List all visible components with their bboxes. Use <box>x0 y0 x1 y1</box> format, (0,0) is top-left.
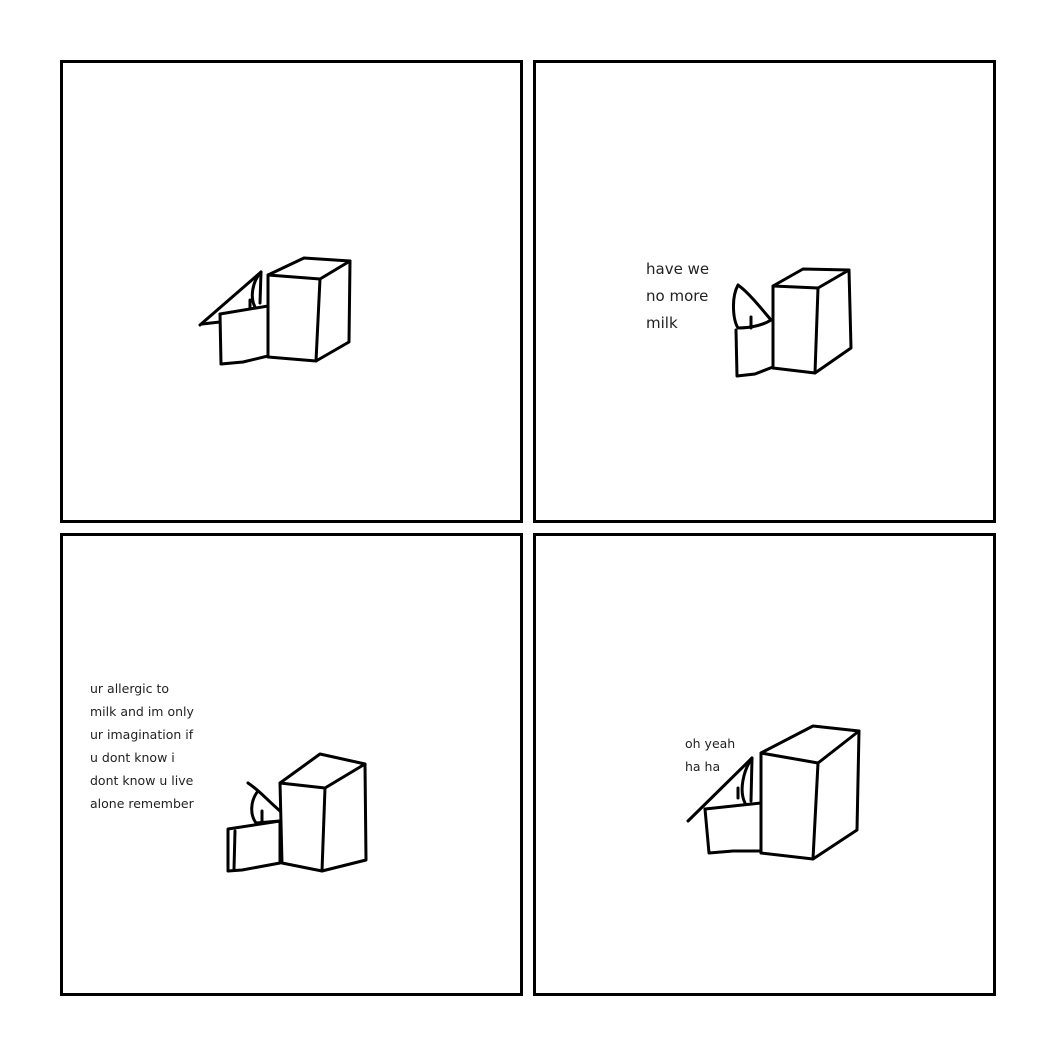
character-with-box-drawing <box>198 256 352 366</box>
box-drawing <box>266 256 352 363</box>
box-drawing <box>759 724 861 861</box>
comic-panel-2: have we no more milk <box>533 60 996 523</box>
character-with-box-drawing <box>226 752 368 873</box>
box-drawing <box>771 267 853 375</box>
character-drawing <box>226 781 282 873</box>
character-drawing <box>686 756 763 855</box>
character-with-box-drawing <box>732 267 853 378</box>
comic-panel-1 <box>60 60 523 523</box>
comic-panel-4: oh yeah ha ha <box>533 533 996 996</box>
box-drawing <box>278 752 368 873</box>
comic-panel-3: ur allergic to milk and im only ur imagi… <box>60 533 523 996</box>
character-drawing <box>198 270 270 366</box>
character-with-box-drawing <box>686 724 861 861</box>
character-drawing <box>732 283 775 378</box>
